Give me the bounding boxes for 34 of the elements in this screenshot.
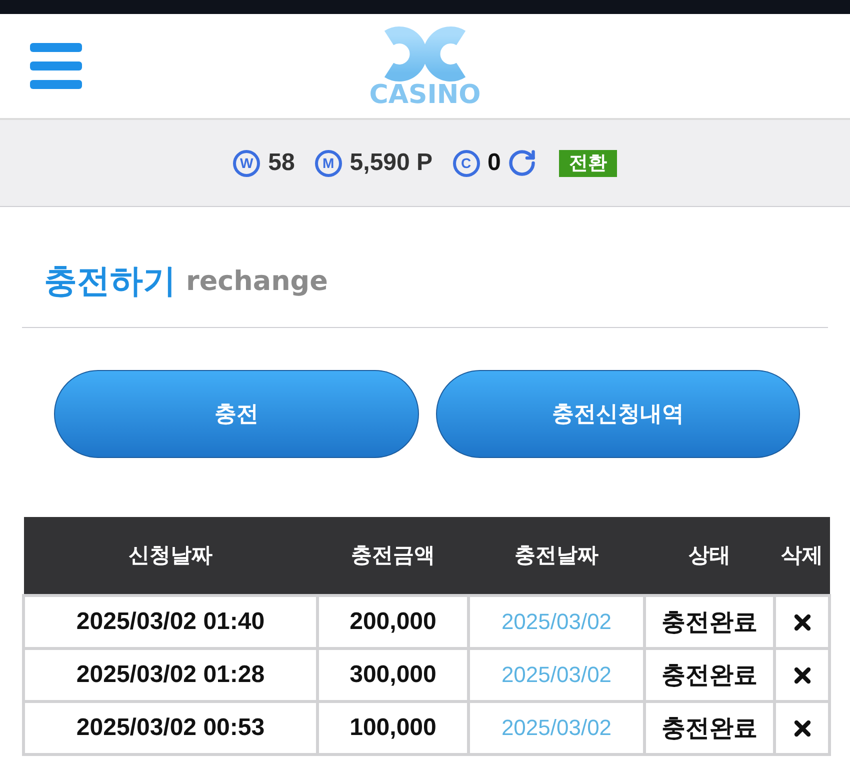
page-subtitle: rechange [186, 266, 328, 296]
balance-value: 0 [488, 149, 501, 177]
charge-history-button[interactable]: 충전신청내역 [436, 370, 800, 458]
balance-value: 58 [268, 149, 295, 177]
amount-cell: 100,000 [318, 701, 468, 754]
request-date-cell: 2025/03/02 00:53 [24, 701, 318, 754]
status-cell: 충전완료 [644, 648, 774, 701]
currency-symbol: M [314, 150, 342, 176]
currency-symbol: C [452, 150, 480, 176]
refresh-icon[interactable] [506, 148, 537, 178]
column-header: 상태 [644, 517, 774, 595]
request-date-cell: 2025/03/02 01:28 [24, 648, 318, 701]
amount-cell: 300,000 [318, 648, 468, 701]
amount-cell: 200,000 [318, 595, 468, 648]
charge-date-cell: 2025/03/02 [468, 648, 644, 701]
delete-icon[interactable] [794, 720, 810, 737]
status-cell: 충전완료 [644, 701, 774, 754]
column-header: 충전금액 [318, 517, 468, 595]
currency-symbol: W [233, 150, 260, 176]
delete-icon[interactable] [794, 666, 810, 684]
page-title: 충전하기 [44, 260, 176, 300]
balance-value: 5,590 P [350, 149, 433, 177]
convert-button[interactable]: 전환 [558, 150, 617, 176]
charge-button[interactable]: 충전 [54, 370, 418, 458]
charge-date-cell: 2025/03/02 [468, 595, 644, 648]
menu-icon[interactable] [30, 43, 82, 89]
charge-date-cell: 2025/03/02 [468, 701, 644, 754]
status-cell: 충전완료 [644, 595, 774, 648]
logo-text: CASINO [369, 82, 481, 108]
delete-icon[interactable] [794, 614, 810, 631]
column-header: 충전날짜 [468, 517, 644, 595]
column-header: 신청날짜 [24, 517, 318, 595]
request-date-cell: 2025/03/02 01:40 [24, 595, 318, 648]
column-header: 삭제 [774, 517, 830, 595]
